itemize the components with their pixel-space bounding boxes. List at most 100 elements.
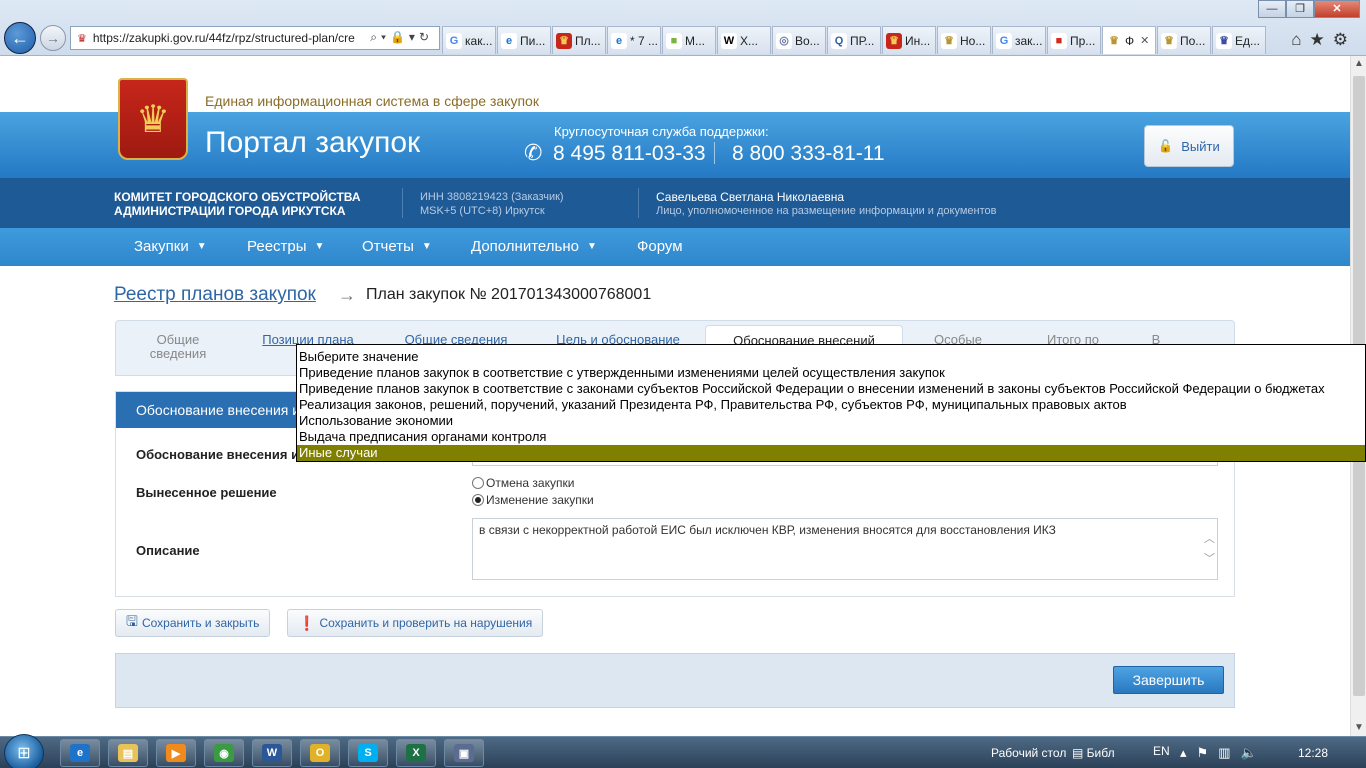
browser-tab[interactable]: e Пи... <box>497 26 551 54</box>
media-player-icon: ▶ <box>166 744 186 762</box>
minimize-button[interactable]: — <box>1258 0 1286 18</box>
library-label: Библ <box>1086 746 1115 760</box>
phone-icon: ✆ <box>524 140 543 165</box>
tab-label: Но... <box>960 33 986 48</box>
browser-tab[interactable]: Gзак... <box>992 26 1046 54</box>
taskbar-app-media-player[interactable]: ▶ <box>156 739 196 767</box>
support-label: Круглосуточная служба поддержки: <box>554 124 769 139</box>
menu-item-registries[interactable]: Реестры ▼ <box>247 238 324 255</box>
back-button[interactable]: ← <box>4 22 36 54</box>
settings-gear-icon[interactable]: ⚙ <box>1333 30 1356 49</box>
menu-item-additional[interactable]: Дополнительно ▼ <box>471 238 597 255</box>
dropdown-option[interactable]: Иные случаи <box>297 445 1365 461</box>
save-disk-icon: 🖫 <box>126 613 138 629</box>
favorites-star-icon[interactable]: ★ <box>1310 30 1333 49</box>
taskbar-app-skype[interactable]: S <box>348 739 388 767</box>
tab-favicon-icon: G <box>446 32 462 49</box>
taskbar-app-excel[interactable]: X <box>396 739 436 767</box>
show-hidden-icon[interactable]: ▴ <box>1180 745 1197 760</box>
browser-tab[interactable]: e * 7 ... <box>607 26 661 54</box>
browser-tab[interactable]: ♛ По... <box>1157 26 1211 54</box>
browser-tab[interactable]: Gкак... <box>442 26 496 54</box>
textarea-scroll-arrows[interactable]: ︿ ﹀ <box>1204 529 1215 569</box>
menu-item-reports[interactable]: Отчеты ▼ <box>362 238 432 255</box>
excel-icon: X <box>406 744 426 762</box>
tab-favicon-icon: Q <box>831 32 847 49</box>
save-close-button[interactable]: 🖫 Сохранить и закрыть <box>115 609 271 637</box>
coat-of-arms-logo[interactable]: ♛ <box>118 78 188 160</box>
home-icon[interactable]: ⌂ <box>1291 30 1309 49</box>
tab-label: По... <box>1180 33 1206 48</box>
support-phone-2: 8 800 333-81-11 <box>732 142 885 165</box>
taskbar-app-app[interactable]: ▣ <box>444 739 484 767</box>
close-window-button[interactable]: ✕ <box>1314 0 1360 18</box>
menu-label: Форум <box>637 238 683 255</box>
user-role: Лицо, уполномоченное на размещение инфор… <box>656 205 997 217</box>
tab-label: Пи... <box>520 33 546 48</box>
footer-action-bar: Завершить <box>115 653 1235 708</box>
scroll-up-icon[interactable]: ▲ <box>1351 56 1366 72</box>
address-tools[interactable]: ⌕▾🔒▾↻ <box>370 30 433 45</box>
close-tab-icon[interactable]: ✕ <box>1140 34 1149 47</box>
description-textarea[interactable]: в связи с некорректной работой ЕИС был и… <box>472 518 1218 580</box>
flag-icon[interactable]: ⚑ <box>1197 745 1219 760</box>
maximize-button[interactable]: ❐ <box>1286 0 1314 18</box>
decision-label: Вынесенное решение <box>136 485 277 500</box>
language-indicator[interactable]: EN <box>1153 744 1170 758</box>
tab-general-info[interactable]: Общие сведения <box>136 333 220 361</box>
volume-icon[interactable]: 🔈 <box>1240 745 1266 760</box>
desktop-toolbar[interactable]: Рабочий стол <box>991 746 1066 760</box>
clock[interactable]: 12:28 <box>1298 746 1328 760</box>
dropdown-option[interactable]: Использование экономии <box>297 413 1365 429</box>
browser-tab[interactable]: ◎ Во... <box>772 26 826 54</box>
library-toolbar[interactable]: ▤ Библ <box>1072 746 1115 760</box>
browser-tab[interactable]: Q ПР... <box>827 26 881 54</box>
lock-icon: 🔓 <box>1158 139 1174 153</box>
start-button[interactable]: ⊞ <box>4 734 44 768</box>
radio-cancel-purchase[interactable]: Отмена закупки <box>472 476 574 490</box>
taskbar-app-word[interactable]: W <box>252 739 292 767</box>
taskbar-app-notes[interactable]: O <box>300 739 340 767</box>
browser-tab[interactable]: W Х... <box>717 26 771 54</box>
menu-item-purchases[interactable]: Закупки ▼ <box>134 238 207 255</box>
divider <box>638 188 639 218</box>
menu-item-forum[interactable]: Форум <box>637 238 683 255</box>
logout-button[interactable]: 🔓 Выйти <box>1144 125 1234 167</box>
breadcrumb-link[interactable]: Реестр планов закупок <box>114 284 316 306</box>
tab-favicon-icon: ♛ <box>1216 32 1232 49</box>
save-check-button[interactable]: ❗ Сохранить и проверить на нарушения <box>287 609 544 637</box>
scroll-down-icon[interactable]: ▼ <box>1351 720 1366 736</box>
dropdown-option[interactable]: Выберите значение <box>297 349 1365 365</box>
browser-tab[interactable]: ♛ Ед... <box>1212 26 1266 54</box>
radio-change-purchase[interactable]: Изменение закупки <box>472 493 594 507</box>
finish-button[interactable]: Завершить <box>1113 666 1224 694</box>
skype-icon: S <box>358 744 378 762</box>
browser-tab[interactable]: ♛ Ф ✕ <box>1102 26 1156 54</box>
dropdown-option[interactable]: Реализация законов, решений, поручений, … <box>297 397 1365 413</box>
notes-icon: O <box>310 744 330 762</box>
portal-title: Портал закупок <box>205 126 421 159</box>
forward-button[interactable]: → <box>40 25 66 51</box>
tab-label: Ин... <box>905 33 931 48</box>
browser-tab[interactable]: ♛ Ин... <box>882 26 936 54</box>
tab-label: Ф <box>1125 33 1135 48</box>
browser-tab[interactable]: ■ Пр... <box>1047 26 1101 54</box>
tab-favicon-icon: e <box>611 32 627 49</box>
divider <box>402 188 403 218</box>
taskbar-app-ie[interactable]: e <box>60 739 100 767</box>
browser-tab[interactable]: ♛ Пл... <box>552 26 606 54</box>
taskbar-app-explorer[interactable]: ▤ <box>108 739 148 767</box>
dropdown-option[interactable]: Приведение планов закупок в соответствие… <box>297 365 1365 381</box>
network-icon[interactable]: ▥ <box>1218 745 1240 760</box>
browser-tab[interactable]: ♛ Но... <box>937 26 991 54</box>
tab-label: * 7 ... <box>630 33 659 48</box>
dropdown-option[interactable]: Выдача предписания органами контроля <box>297 429 1365 445</box>
radio-button-checked[interactable] <box>472 494 484 506</box>
radio-button[interactable] <box>472 477 484 489</box>
breadcrumb-arrow-icon: → <box>338 285 356 305</box>
taskbar-app-chrome[interactable]: ◉ <box>204 739 244 767</box>
address-bar[interactable]: ♛ https://zakupki.gov.ru/44fz/rpz/struct… <box>70 26 440 50</box>
dropdown-option[interactable]: Приведение планов закупок в соответствие… <box>297 381 1365 397</box>
tab-label: Ед... <box>1235 33 1261 48</box>
browser-tab[interactable]: ■ М... <box>662 26 716 54</box>
